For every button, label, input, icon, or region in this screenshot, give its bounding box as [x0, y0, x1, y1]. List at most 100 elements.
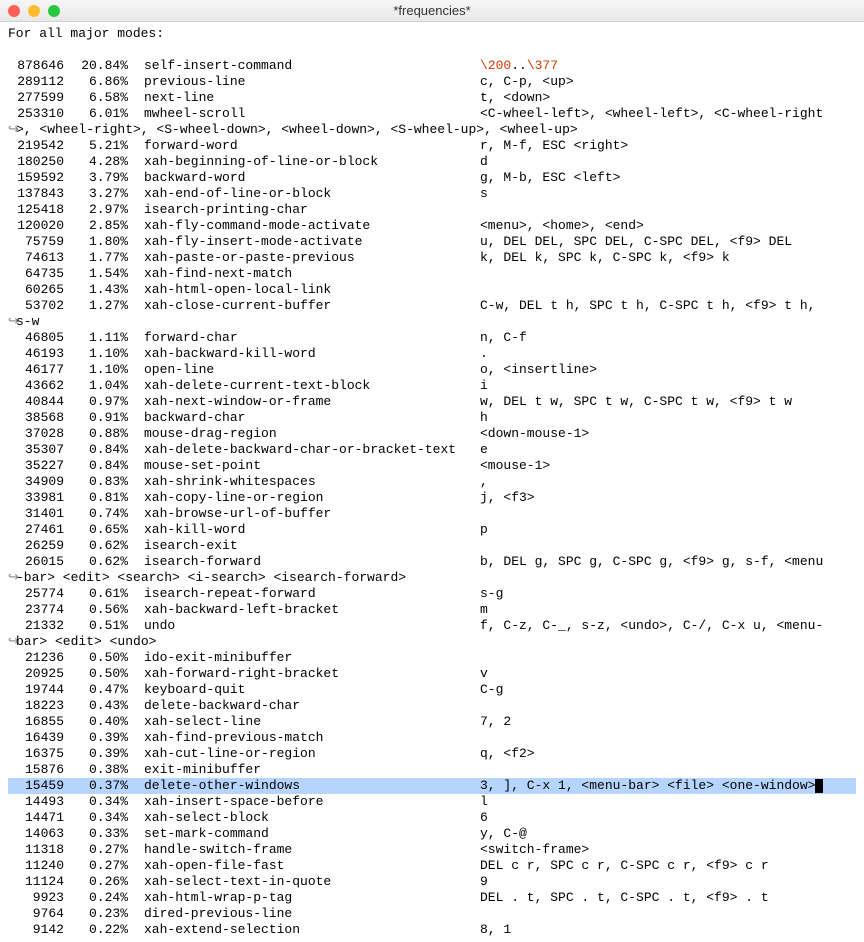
keys-cell: b, DEL g, SPC g, C-SPC g, <f9> g, s-f, <… [480, 554, 823, 569]
keys-cell: <switch-frame> [480, 842, 589, 857]
keys-cell: j, <f3> [480, 490, 535, 505]
keys-cell: d [480, 154, 488, 169]
frequency-row: 154590.37%delete-other-windows3, ], C-x … [8, 778, 856, 794]
count-cell: 46193 [8, 346, 64, 362]
command-cell: xah-paste-or-paste-previous [128, 250, 480, 266]
window-title: *frequencies* [393, 3, 470, 18]
count-cell: 75759 [8, 234, 64, 250]
keys-cell: C-g [480, 682, 503, 697]
frequency-row: 339810.81%xah-copy-line-or-regionj, <f3> [8, 490, 856, 506]
close-icon[interactable] [8, 5, 20, 17]
command-cell: xah-kill-word [128, 522, 480, 538]
count-cell: 37028 [8, 426, 64, 442]
frequency-row: 353070.84%xah-delete-backward-char-or-br… [8, 442, 856, 458]
section-header: For all major modes: [8, 26, 856, 42]
count-cell: 43662 [8, 378, 64, 394]
wrap-arrow-icon: ↪ [8, 122, 16, 138]
count-cell: 20925 [8, 666, 64, 682]
minimize-icon[interactable] [28, 5, 40, 17]
keys-cell: y, C-@ [480, 826, 527, 841]
percent-cell: 0.97% [64, 394, 128, 410]
count-cell: 9923 [8, 890, 64, 906]
percent-cell: 1.10% [64, 346, 128, 362]
wrap-line: ↪bar> <edit> <undo> [8, 634, 856, 650]
keys-cell: w, DEL t w, SPC t w, C-SPC t w, <f9> t w [480, 394, 792, 409]
percent-cell: 0.62% [64, 554, 128, 570]
percent-cell: 0.65% [64, 522, 128, 538]
percent-cell: 1.11% [64, 330, 128, 346]
percent-cell: 0.23% [64, 906, 128, 922]
frequency-row: 97640.23%dired-previous-line [8, 906, 856, 922]
keys-cell: v [480, 666, 488, 681]
frequency-row: 257740.61%isearch-repeat-forwards-g [8, 586, 856, 602]
percent-cell: 0.51% [64, 618, 128, 634]
frequency-row: 461771.10%open-lineo, <insertline> [8, 362, 856, 378]
count-cell: 46805 [8, 330, 64, 346]
count-cell: 11240 [8, 858, 64, 874]
count-cell: 9142 [8, 922, 64, 938]
percent-cell: 1.80% [64, 234, 128, 250]
count-cell: 16439 [8, 730, 64, 746]
command-cell: undo [128, 618, 480, 634]
percent-cell: 0.84% [64, 442, 128, 458]
count-cell: 46177 [8, 362, 64, 378]
command-cell: open-line [128, 362, 480, 378]
count-cell: 15876 [8, 762, 64, 778]
count-cell: 33981 [8, 490, 64, 506]
command-cell: isearch-forward [128, 554, 480, 570]
frequency-row: 99230.24%xah-html-wrap-p-tagDEL . t, SPC… [8, 890, 856, 906]
frequency-row: 436621.04%xah-delete-current-text-blocki [8, 378, 856, 394]
frequency-row: 91420.22%xah-extend-selection8, 1 [8, 922, 856, 938]
wrap-text: -bar> <edit> <search> <i-search> <isearc… [16, 570, 406, 585]
count-cell: 11124 [8, 874, 64, 890]
frequency-row: 213320.51%undof, C-z, C-_, s-z, <undo>, … [8, 618, 856, 634]
percent-cell: 0.47% [64, 682, 128, 698]
percent-cell: 6.86% [64, 74, 128, 90]
frequency-row: 112400.27%xah-open-file-fastDEL c r, SPC… [8, 858, 856, 874]
keys-cell: g, M-b, ESC <left> [480, 170, 620, 185]
zoom-icon[interactable] [48, 5, 60, 17]
frequency-row: 182230.43%delete-backward-char [8, 698, 856, 714]
frequency-row: 370280.88%mouse-drag-region<down-mouse-1… [8, 426, 856, 442]
percent-cell: 0.43% [64, 698, 128, 714]
wrap-arrow-icon: ↪ [8, 570, 16, 586]
command-cell: mwheel-scroll [128, 106, 480, 122]
percent-cell: 0.34% [64, 810, 128, 826]
percent-cell: 3.79% [64, 170, 128, 186]
keys-cell: u, DEL DEL, SPC DEL, C-SPC DEL, <f9> DEL [480, 234, 792, 249]
keys-cell: <C-wheel-left>, <wheel-left>, <C-wheel-r… [480, 106, 823, 121]
keys-cell: e [480, 442, 488, 457]
command-cell: xah-beginning-of-line-or-block [128, 154, 480, 170]
count-cell: 38568 [8, 410, 64, 426]
percent-cell: 1.43% [64, 282, 128, 298]
buffer-content[interactable]: For all major modes:87864620.84%self-ins… [0, 22, 864, 942]
wrap-text: bar> <edit> <undo> [16, 634, 156, 649]
command-cell: exit-minibuffer [128, 762, 480, 778]
keys-cell: DEL c r, SPC c r, C-SPC c r, <f9> c r [480, 858, 769, 873]
command-cell: xah-html-wrap-p-tag [128, 890, 480, 906]
command-cell: previous-line [128, 74, 480, 90]
frequency-row: 111240.26%xah-select-text-in-quote9 [8, 874, 856, 890]
command-cell: xah-fly-insert-mode-activate [128, 234, 480, 250]
percent-cell: 0.26% [64, 874, 128, 890]
frequency-row: 314010.74%xah-browse-url-of-buffer [8, 506, 856, 522]
frequency-row: 2533106.01%mwheel-scroll<C-wheel-left>, … [8, 106, 856, 122]
count-cell: 289112 [8, 74, 64, 90]
percent-cell: 5.21% [64, 138, 128, 154]
frequency-row: 537021.27%xah-close-current-bufferC-w, D… [8, 298, 856, 314]
keys-cell: , [480, 474, 488, 489]
command-cell: xah-delete-backward-char-or-bracket-text [128, 442, 480, 458]
command-cell: mouse-set-point [128, 458, 480, 474]
keys-cell: DEL . t, SPC . t, C-SPC . t, <f9> . t [480, 890, 769, 905]
count-cell: 16855 [8, 714, 64, 730]
wrap-arrow-icon: ↪ [8, 314, 16, 330]
percent-cell: 6.58% [64, 90, 128, 106]
command-cell: xah-select-block [128, 810, 480, 826]
keys-cell: 9 [480, 874, 488, 889]
command-cell: forward-char [128, 330, 480, 346]
command-cell: xah-cut-line-or-region [128, 746, 480, 762]
frequency-row: 168550.40%xah-select-line7, 2 [8, 714, 856, 730]
keys-cell: n, C-f [480, 330, 527, 345]
percent-cell: 0.74% [64, 506, 128, 522]
traffic-lights [8, 5, 60, 17]
